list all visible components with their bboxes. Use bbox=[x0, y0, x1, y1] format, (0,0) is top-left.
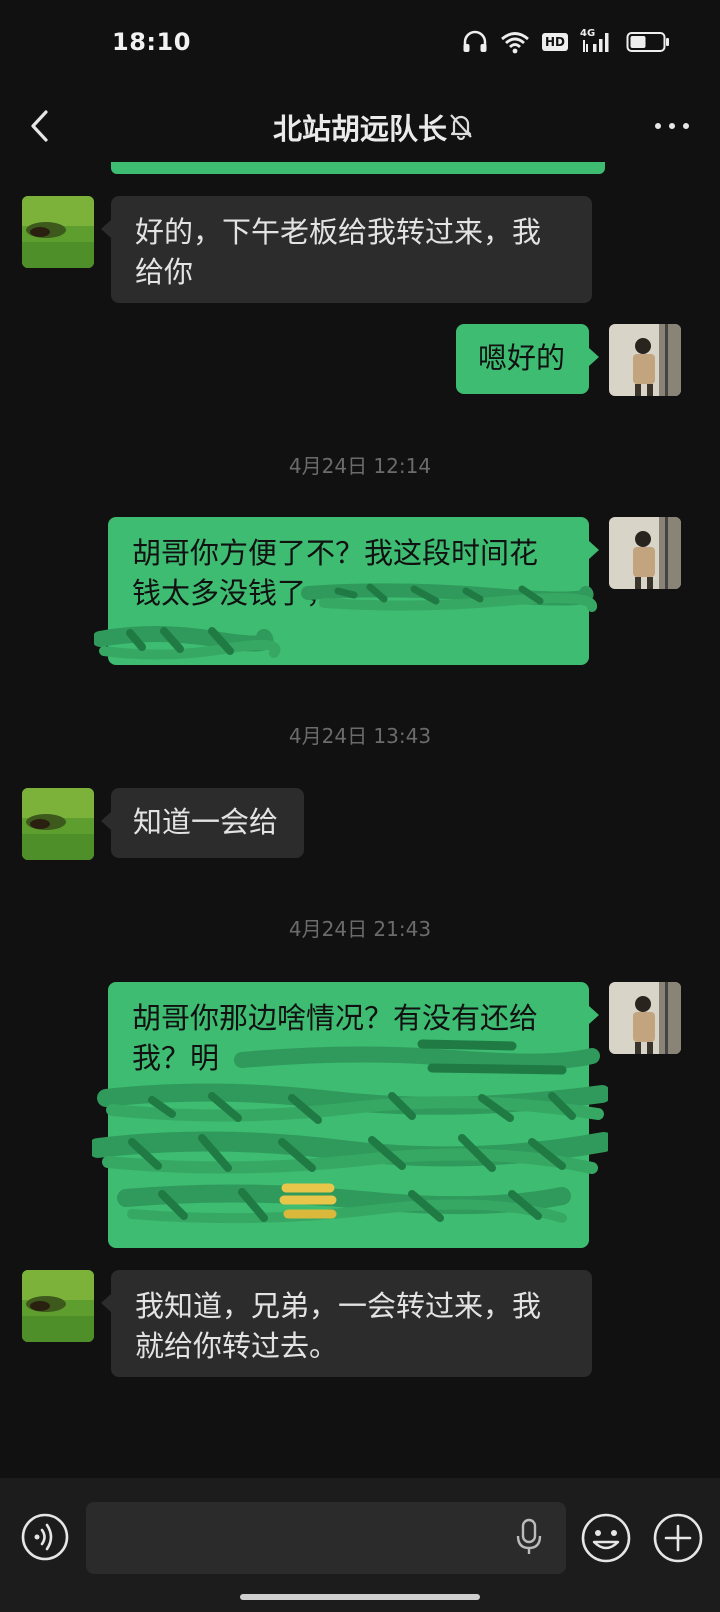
voice-toggle-button[interactable] bbox=[20, 1512, 70, 1562]
home-indicator[interactable] bbox=[240, 1594, 480, 1600]
emoji-button[interactable] bbox=[580, 1512, 632, 1564]
bubble-tail bbox=[589, 348, 599, 366]
message-outgoing: 胡哥你方便了不？我这段时间花钱太多没钱了， bbox=[0, 517, 720, 667]
contact-avatar[interactable] bbox=[22, 1270, 94, 1342]
message-text: 胡哥你方便了不？我这段时间花钱太多没钱了， bbox=[132, 536, 539, 610]
emoji-icon bbox=[581, 1513, 631, 1563]
wifi-icon bbox=[500, 30, 530, 54]
message-bubble[interactable]: 胡哥你方便了不？我这段时间花钱太多没钱了， bbox=[108, 517, 589, 665]
plus-icon bbox=[653, 1513, 703, 1563]
message-text: 胡哥你那边啥情况？有没有还给我？明 bbox=[132, 1001, 539, 1075]
status-bar: 18:10 HD 4G bbox=[0, 0, 720, 90]
my-avatar[interactable] bbox=[609, 517, 681, 589]
bubble-tail bbox=[101, 1294, 111, 1312]
message-input[interactable] bbox=[86, 1502, 566, 1574]
more-button[interactable] bbox=[650, 106, 694, 146]
more-dots-icon bbox=[655, 123, 689, 129]
chat-title: 北站胡远队长 bbox=[272, 112, 447, 146]
message-incoming: 好的，下午老板给我转过来，我给你 bbox=[0, 196, 720, 304]
timestamp: 4月24日 21:43 bbox=[288, 917, 432, 941]
contact-avatar[interactable] bbox=[22, 788, 94, 860]
bell-off-icon bbox=[448, 112, 474, 144]
more-functions-button[interactable] bbox=[652, 1512, 704, 1564]
my-avatar[interactable] bbox=[609, 982, 681, 1054]
4g-signal-icon: 4G bbox=[580, 28, 614, 54]
previous-message-edge bbox=[111, 162, 605, 174]
message-bubble[interactable]: 知道一会给 bbox=[111, 788, 304, 858]
message-bubble[interactable]: 嗯好的 bbox=[456, 324, 589, 394]
my-avatar[interactable] bbox=[609, 324, 681, 396]
voice-icon bbox=[21, 1513, 69, 1561]
message-outgoing: 胡哥你那边啥情况？有没有还给我？明 bbox=[0, 982, 720, 1250]
message-incoming: 我知道，兄弟，一会转过来，我就给你转过去。 bbox=[0, 1270, 720, 1378]
microphone-icon[interactable] bbox=[516, 1518, 542, 1560]
message-bubble[interactable]: 好的，下午老板给我转过来，我给你 bbox=[111, 196, 592, 303]
message-bubble[interactable]: 胡哥你那边啥情况？有没有还给我？明 bbox=[108, 982, 589, 1248]
battery-icon bbox=[626, 31, 670, 53]
input-bar bbox=[0, 1478, 720, 1612]
timestamp: 4月24日 12:14 bbox=[288, 454, 432, 478]
status-time: 18:10 bbox=[112, 28, 191, 56]
message-outgoing: 嗯好的 bbox=[0, 324, 720, 396]
message-list[interactable]: 好的，下午老板给我转过来，我给你 嗯好的 4月24日 12:14 胡哥你方便了不… bbox=[0, 162, 720, 1478]
bubble-tail bbox=[101, 812, 111, 830]
headphones-icon bbox=[462, 30, 488, 54]
message-bubble[interactable]: 我知道，兄弟，一会转过来，我就给你转过去。 bbox=[111, 1270, 592, 1377]
hd-icon: HD bbox=[541, 33, 568, 51]
contact-avatar[interactable] bbox=[22, 196, 94, 268]
chat-header: 北站胡远队长 bbox=[0, 92, 720, 162]
timestamp: 4月24日 13:43 bbox=[288, 724, 432, 748]
bubble-tail bbox=[101, 220, 111, 238]
message-incoming: 知道一会给 bbox=[0, 788, 720, 860]
status-icons: HD 4G bbox=[462, 28, 670, 54]
bubble-tail bbox=[589, 541, 599, 559]
bubble-tail bbox=[589, 1006, 599, 1024]
